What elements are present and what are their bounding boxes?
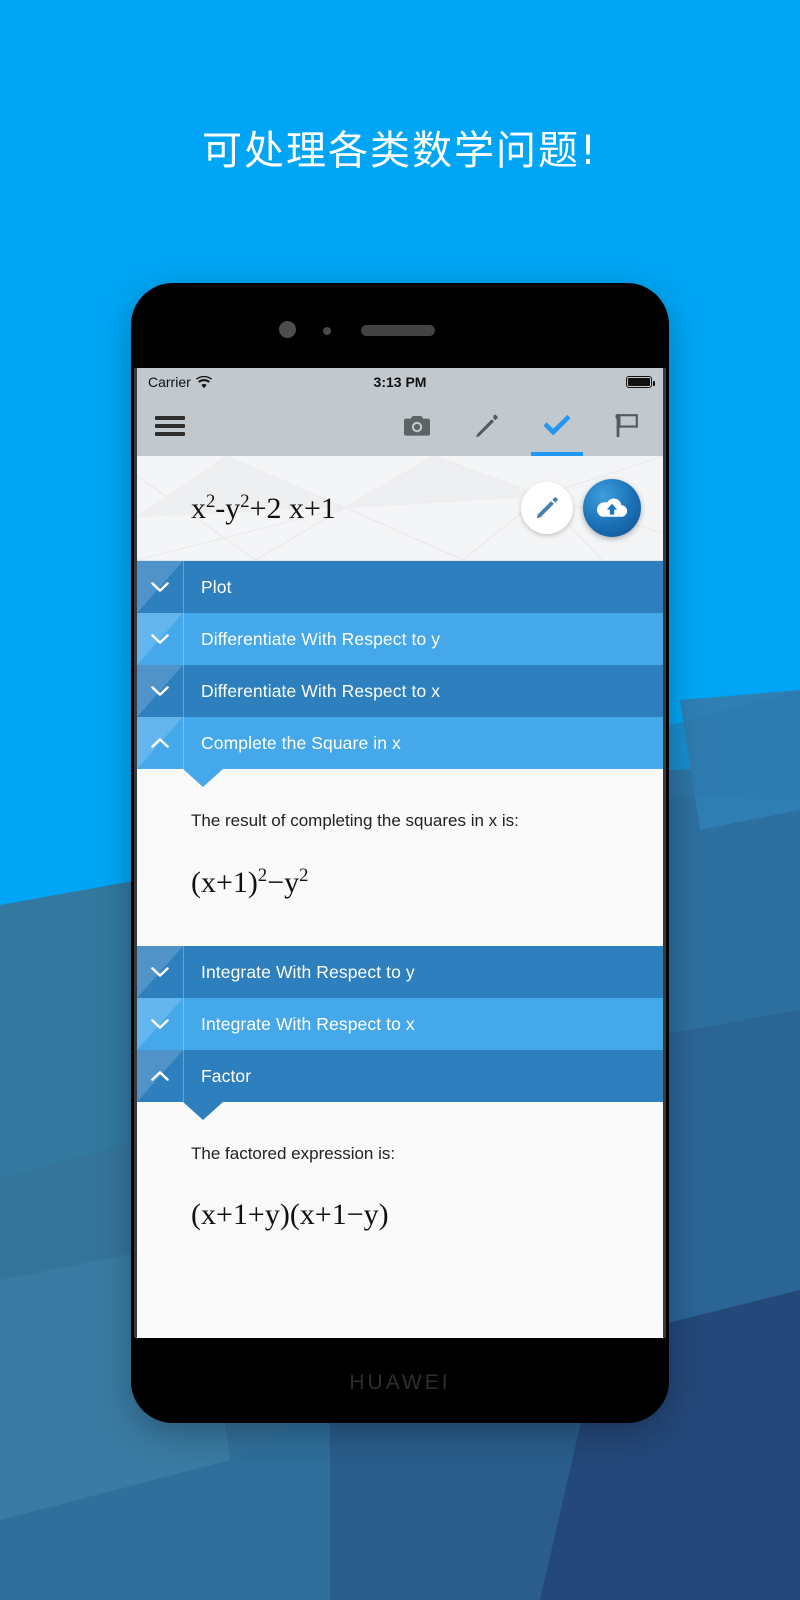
panel-math-result: (x+1)2−y2 — [137, 865, 663, 900]
expression-bar: x2-y2+2 x+1 — [137, 456, 663, 561]
math-sup: 2 — [257, 865, 268, 886]
accordion-row-differentiate-x[interactable]: Differentiate With Respect to x — [137, 665, 663, 717]
phone-top-bezel — [131, 283, 669, 368]
chevron-down-icon — [151, 633, 169, 644]
chevron-container — [137, 946, 184, 998]
carrier-group: Carrier — [148, 374, 212, 390]
chevron-up-icon — [151, 737, 169, 748]
device-brand-label: HUAWEI — [349, 1371, 451, 1394]
toolbar-tabs — [399, 396, 645, 456]
phone-bottom-bezel: HUAWEI — [131, 1338, 669, 1423]
earpiece-speaker-icon — [361, 325, 435, 336]
accordion-row-label: Differentiate With Respect to x — [201, 680, 441, 701]
page-headline: 可处理各类数学问题! — [201, 128, 599, 174]
accordion-row-plot[interactable]: Plot — [137, 561, 663, 613]
status-bar-right — [626, 376, 655, 388]
phone-mockup: Carrier 3:13 PM x2-y2+2 x+1 Plot Differe… — [131, 283, 669, 1423]
results-accordion: Plot Differentiate With Respect to y Dif… — [137, 561, 663, 1266]
accordion-row-label: Differentiate With Respect to y — [201, 628, 441, 649]
accordion-row-label: Factor — [201, 1065, 252, 1086]
panel-spacer — [137, 934, 663, 946]
chevron-down-icon — [151, 685, 169, 696]
accordion-row-differentiate-y[interactable]: Differentiate With Respect to y — [137, 613, 663, 665]
status-bar: Carrier 3:13 PM — [137, 368, 663, 396]
camera-icon — [404, 416, 430, 436]
accordion-row-label: Complete the Square in x — [201, 732, 401, 753]
accordion-panel-complete-square-x: The result of completing the squares in … — [137, 769, 663, 934]
math-part: −y — [267, 866, 300, 899]
math-part: (x+1) — [191, 866, 258, 899]
chevron-container — [137, 613, 184, 665]
tab-pencil[interactable] — [469, 396, 505, 456]
accordion-row-complete-square-x[interactable]: Complete the Square in x — [137, 717, 663, 769]
accordion-row-integrate-x[interactable]: Integrate With Respect to x — [137, 998, 663, 1050]
chevron-container — [137, 998, 184, 1050]
flag-icon — [615, 413, 638, 437]
carrier-label: Carrier — [148, 374, 191, 390]
cloud-upload-icon — [597, 498, 628, 517]
chevron-container — [137, 665, 184, 717]
chevron-container — [137, 717, 184, 769]
battery-full-icon — [626, 376, 655, 388]
tab-camera[interactable] — [399, 396, 435, 456]
pencil-icon — [536, 497, 558, 519]
chevron-up-icon — [151, 1070, 169, 1081]
upload-button[interactable] — [583, 479, 641, 537]
accordion-row-integrate-y[interactable]: Integrate With Respect to y — [137, 946, 663, 998]
front-camera-icon — [279, 321, 296, 338]
accordion-row-label: Integrate With Respect to y — [201, 961, 415, 982]
status-bar-time: 3:13 PM — [373, 374, 427, 390]
tab-check[interactable] — [531, 396, 583, 456]
expr-sup: 2 — [240, 490, 250, 512]
panel-description: The result of completing the squares in … — [191, 811, 519, 830]
edit-expression-button[interactable] — [521, 482, 573, 534]
check-icon — [543, 414, 571, 436]
expr-part: -y — [215, 491, 241, 525]
pencil-icon — [476, 414, 498, 438]
accordion-panel-factor: The factored expression is: (x+1+y)(x+1−… — [137, 1102, 663, 1266]
app-toolbar — [137, 396, 663, 456]
expr-part: x — [191, 491, 206, 525]
chevron-container — [137, 561, 184, 613]
math-sup: 2 — [299, 865, 309, 886]
chevron-down-icon — [151, 1018, 169, 1029]
screenshot-stage: 可处理各类数学问题! Carrier 3:13 PM x2-y2+2 x+1 P… — [0, 0, 800, 1600]
tab-flag[interactable] — [609, 396, 645, 456]
accordion-row-factor[interactable]: Factor — [137, 1050, 663, 1102]
panel-description: The factored expression is: — [191, 1144, 396, 1163]
hamburger-menu-icon[interactable] — [155, 416, 185, 436]
expr-sup: 2 — [206, 490, 216, 512]
chevron-container — [137, 1050, 184, 1102]
wifi-icon — [195, 375, 212, 388]
expression-display: x2-y2+2 x+1 — [191, 491, 336, 526]
phone-screen: Carrier 3:13 PM x2-y2+2 x+1 Plot Differe… — [134, 368, 666, 1338]
accordion-row-label: Plot — [201, 576, 232, 597]
panel-math-result: (x+1+y)(x+1−y) — [191, 1198, 389, 1231]
chevron-down-icon — [151, 966, 169, 977]
expr-part: +2 x+1 — [249, 491, 336, 525]
chevron-down-icon — [151, 581, 169, 592]
accordion-row-label: Integrate With Respect to x — [201, 1013, 415, 1034]
proximity-sensor-icon — [323, 327, 331, 335]
